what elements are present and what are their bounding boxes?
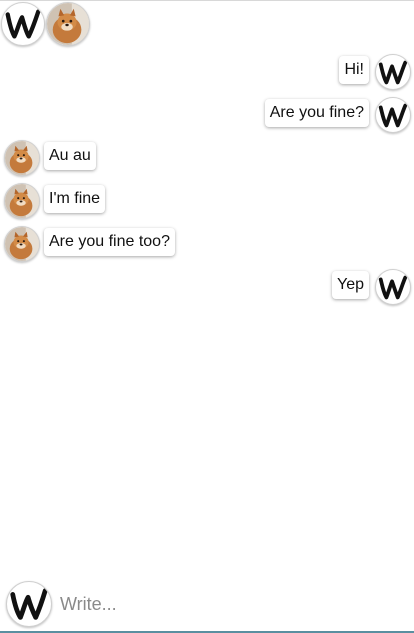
message-bubble: Hi! <box>339 56 369 84</box>
my-avatar-w-icon[interactable] <box>1 2 45 46</box>
chat-header <box>0 0 414 50</box>
dog-photo-icon <box>5 184 39 218</box>
message-row: Hi! <box>0 52 414 92</box>
message-bubble: Au au <box>44 142 96 170</box>
message-row: Au au <box>0 138 414 178</box>
my-avatar-w-icon <box>375 54 411 90</box>
my-avatar-w-icon <box>375 269 411 305</box>
w-logo-icon <box>378 275 408 300</box>
message-bubble: Yep <box>332 271 369 299</box>
w-logo-icon <box>378 60 408 85</box>
contact-avatar <box>4 226 40 262</box>
my-avatar-w-icon <box>375 97 411 133</box>
message-composer <box>0 577 414 631</box>
message-bubble: Are you fine too? <box>44 228 175 256</box>
message-row: Are you fine? <box>0 95 414 135</box>
contact-avatar <box>4 183 40 219</box>
w-logo-icon <box>10 588 48 620</box>
w-logo-icon <box>378 103 408 128</box>
message-bubble: I'm fine <box>44 185 106 213</box>
composer-avatar <box>6 581 52 627</box>
dog-photo-icon <box>5 141 39 175</box>
w-logo-icon <box>5 9 41 39</box>
dog-photo-icon <box>5 227 39 261</box>
contact-avatar <box>4 140 40 176</box>
dog-photo-icon <box>47 3 89 45</box>
message-row: Yep <box>0 267 414 307</box>
message-row: I'm fine <box>0 181 414 221</box>
message-input[interactable] <box>58 589 402 619</box>
message-row: Are you fine too? <box>0 224 414 264</box>
message-bubble: Are you fine? <box>264 99 369 127</box>
contact-avatar[interactable] <box>46 2 90 46</box>
